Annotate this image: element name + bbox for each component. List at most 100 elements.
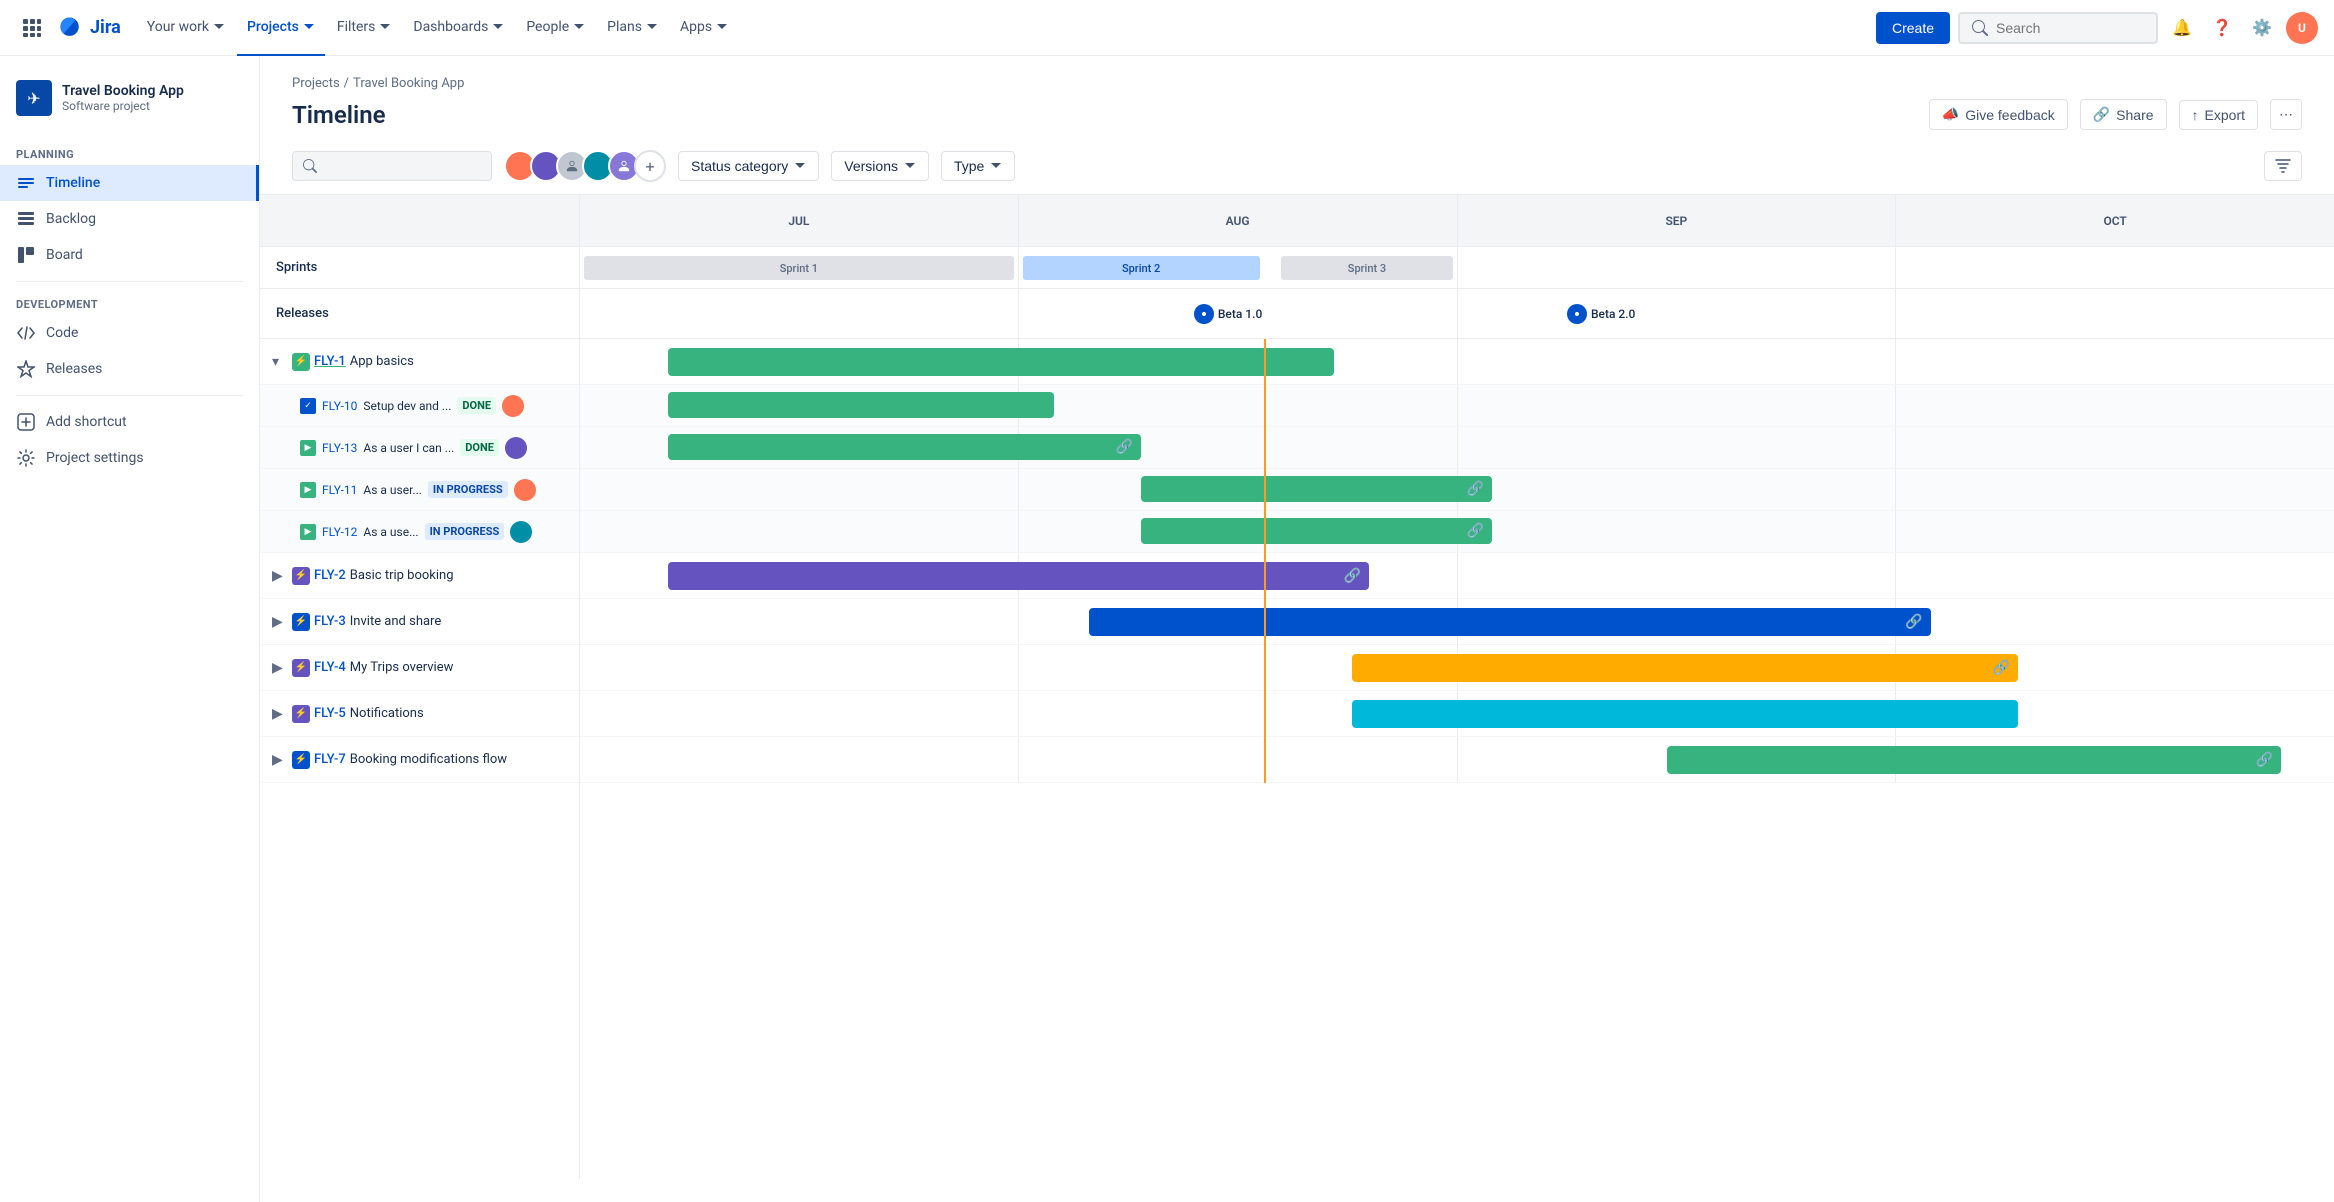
- fly12-status: IN PROGRESS: [425, 523, 505, 540]
- sidebar-item-timeline[interactable]: Timeline: [0, 165, 259, 201]
- sidebar-project: ✈ Travel Booking App Software project: [0, 72, 259, 124]
- sidebar: ✈ Travel Booking App Software project PL…: [0, 56, 260, 1202]
- epic-row-fly3: ▶ ⚡ FLY-3 Invite and share: [260, 599, 579, 645]
- breadcrumb-app[interactable]: Travel Booking App: [353, 76, 464, 91]
- app-layout: ✈ Travel Booking App Software project PL…: [0, 56, 2334, 1202]
- search-input[interactable]: [1996, 20, 2136, 36]
- fly10-key[interactable]: FLY-10: [322, 399, 357, 413]
- fly7-bar[interactable]: 🔗: [1667, 746, 2281, 774]
- fly3-expand[interactable]: ▶: [272, 614, 288, 630]
- fly5-key[interactable]: FLY-5: [314, 706, 346, 721]
- development-section-label: DEVELOPMENT: [0, 290, 259, 315]
- sidebar-item-board[interactable]: Board: [0, 237, 259, 273]
- type-chevron: [990, 160, 1002, 172]
- add-shortcut-icon: [16, 412, 36, 432]
- timeline-left-panel: Sprints Releases ▾ ⚡ FLY-1 App basics ✓: [260, 195, 580, 1179]
- sidebar-item-project-settings[interactable]: Project settings: [0, 440, 259, 476]
- filter-settings-button[interactable]: [2264, 151, 2302, 181]
- search-box[interactable]: [1958, 12, 2158, 44]
- fly11-status: IN PROGRESS: [428, 481, 508, 498]
- releases-label-row: Releases: [260, 289, 579, 339]
- beta1-release: Beta 1.0: [1194, 304, 1262, 324]
- fly1-expand[interactable]: ▾: [272, 354, 288, 370]
- type-filter[interactable]: Type: [941, 151, 1015, 181]
- fly3-key[interactable]: FLY-3: [314, 614, 346, 629]
- gantt-row-fly5: [580, 691, 2334, 737]
- fly7-key[interactable]: FLY-7: [314, 752, 346, 767]
- top-nav: Jira Your work Projects Filters Dashboar…: [0, 0, 2334, 56]
- fly1-key[interactable]: FLY-1: [314, 354, 346, 369]
- fly5-bar[interactable]: [1352, 700, 2019, 728]
- fly1-icon: ⚡: [292, 353, 310, 371]
- nav-plans[interactable]: Plans: [597, 0, 668, 56]
- fly12-key[interactable]: FLY-12: [322, 525, 357, 539]
- subtask-row-fly11: ▶ FLY-11 As a user... IN PROGRESS: [260, 469, 579, 511]
- help-button[interactable]: ❓: [2206, 12, 2238, 44]
- fly5-expand[interactable]: ▶: [272, 706, 288, 722]
- sidebar-item-code[interactable]: Code: [0, 315, 259, 351]
- jira-logo[interactable]: Jira: [56, 14, 121, 42]
- status-category-chevron: [794, 160, 806, 172]
- export-button[interactable]: ↑ Export: [2179, 100, 2258, 130]
- grid-menu-button[interactable]: [16, 12, 48, 44]
- code-icon: [16, 323, 36, 343]
- fly1-bar[interactable]: [668, 348, 1335, 376]
- fly11-bar[interactable]: 🔗: [1141, 476, 1492, 502]
- fly4-key[interactable]: FLY-4: [314, 660, 346, 675]
- sidebar-item-releases[interactable]: Releases: [0, 351, 259, 387]
- gantt-row-fly3: 🔗: [580, 599, 2334, 645]
- page-title: Timeline: [292, 101, 386, 129]
- timeline-toolbar: + Status category Versions Type: [260, 150, 2334, 195]
- fly13-bar[interactable]: 🔗: [668, 434, 1142, 460]
- gantt-row-fly4: 🔗: [580, 645, 2334, 691]
- project-name: Travel Booking App: [62, 83, 184, 99]
- breadcrumb-projects[interactable]: Projects: [292, 76, 340, 91]
- nav-apps[interactable]: Apps: [670, 0, 738, 56]
- versions-filter[interactable]: Versions: [831, 151, 929, 181]
- nav-filters[interactable]: Filters: [327, 0, 402, 56]
- sidebar-item-backlog[interactable]: Backlog: [0, 201, 259, 237]
- add-avatar-button[interactable]: +: [634, 150, 666, 182]
- nav-projects[interactable]: Projects: [237, 0, 325, 56]
- toolbar-search-input[interactable]: [317, 158, 477, 174]
- notifications-button[interactable]: 🔔: [2166, 12, 2198, 44]
- page-title-row: Timeline 📣 Give feedback 🔗 Share ↑ Expor…: [292, 99, 2302, 130]
- subtask-row-fly13: ▶ FLY-13 As a user I can ... DONE: [260, 427, 579, 469]
- nav-items: Your work Projects Filters Dashboards Pe…: [137, 0, 1868, 56]
- fly2-expand[interactable]: ▶: [272, 568, 288, 584]
- beta1-icon: [1199, 309, 1209, 319]
- fly3-bar[interactable]: 🔗: [1089, 608, 1931, 636]
- nav-dashboards[interactable]: Dashboards: [403, 0, 514, 56]
- beta2-dot[interactable]: [1567, 304, 1587, 324]
- share-button[interactable]: 🔗 Share: [2080, 99, 2167, 130]
- releases-row: Beta 1.0 Beta 2.0: [580, 289, 2334, 339]
- fly7-expand[interactable]: ▶: [272, 752, 288, 768]
- fly2-bar[interactable]: 🔗: [668, 562, 1370, 590]
- fly4-expand[interactable]: ▶: [272, 660, 288, 676]
- month-headers: JUL AUG SEP OCT: [580, 195, 2334, 247]
- fly2-key[interactable]: FLY-2: [314, 568, 346, 583]
- subtask-row-fly12: ▶ FLY-12 As a use... IN PROGRESS: [260, 511, 579, 553]
- filter-settings-icon: [2275, 158, 2291, 174]
- sidebar-divider-1: [16, 281, 243, 282]
- create-button[interactable]: Create: [1876, 12, 1950, 44]
- status-category-filter[interactable]: Status category: [678, 151, 819, 181]
- nav-people[interactable]: People: [516, 0, 595, 56]
- fly4-bar[interactable]: 🔗: [1352, 654, 2019, 682]
- user-avatar[interactable]: U: [2286, 12, 2318, 44]
- give-feedback-button[interactable]: 📣 Give feedback: [1929, 99, 2068, 130]
- nav-your-work[interactable]: Your work: [137, 0, 235, 56]
- sprint2-bar: Sprint 2: [1023, 256, 1260, 280]
- more-options-button[interactable]: ⋯: [2270, 99, 2302, 130]
- fly12-bar[interactable]: 🔗: [1141, 518, 1492, 544]
- settings-button[interactable]: ⚙️: [2246, 12, 2278, 44]
- fly10-name: Setup dev and ...: [363, 399, 451, 413]
- project-settings-icon: [16, 448, 36, 468]
- fly10-bar[interactable]: [668, 392, 1054, 418]
- sidebar-item-add-shortcut[interactable]: Add shortcut: [0, 404, 259, 440]
- toolbar-search-box[interactable]: [292, 151, 492, 181]
- fly12-avatar: [510, 521, 532, 543]
- fly11-key[interactable]: FLY-11: [322, 483, 357, 497]
- fly13-key[interactable]: FLY-13: [322, 441, 357, 455]
- beta1-dot[interactable]: [1194, 304, 1214, 324]
